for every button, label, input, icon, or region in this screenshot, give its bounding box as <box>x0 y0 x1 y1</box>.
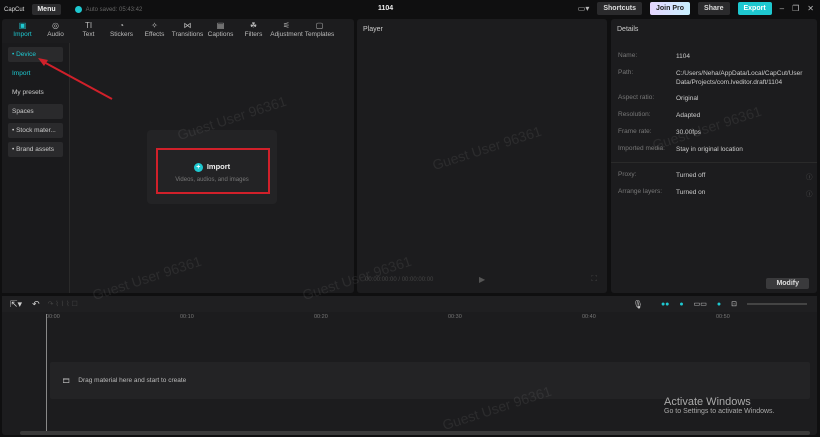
ruler-tick: 00:30 <box>448 314 462 320</box>
modify-button[interactable]: Modify <box>766 278 809 289</box>
info-icon[interactable]: ⓘ <box>806 188 813 198</box>
ruler-tick: 00:40 <box>582 314 596 320</box>
microphone-icon[interactable]: 🎙 <box>633 300 643 309</box>
drag-hint: Drag material here and start to create <box>78 377 187 384</box>
detail-key: Resolution: <box>618 111 651 118</box>
magnet-icon[interactable]: ● <box>679 301 683 308</box>
detail-key: Aspect ratio: <box>618 94 655 101</box>
auto-snap-icon[interactable]: ● <box>717 301 721 308</box>
detail-row: Resolution: Adapted <box>618 111 700 119</box>
divider <box>611 162 817 163</box>
timeline-scrollbar[interactable] <box>20 431 810 435</box>
detail-key: Name: <box>618 52 638 59</box>
detail-row: Imported media: Stay in original location <box>618 145 743 153</box>
detail-value: Original <box>676 95 699 102</box>
detail-value: 1104 <box>676 53 690 60</box>
detail-key: Arrange layers: <box>618 188 663 195</box>
fullscreen-icon[interactable]: ⛶ <box>591 274 597 284</box>
details-panel: Details Name: 1104 Path: C:/Users/Neha/AppD… <box>611 19 817 293</box>
detail-key: Frame rate: <box>618 128 652 135</box>
ruler-tick: 00:20 <box>314 314 328 320</box>
zoom-slider[interactable] <box>747 303 807 305</box>
caption-icon[interactable]: ⊡ <box>731 300 737 308</box>
detail-value: 30.00fps <box>676 129 701 136</box>
timeline-ruler[interactable]: 00:00 00:10 00:20 00:30 00:40 00:50 <box>2 314 817 324</box>
detail-row: Name: 1104 <box>618 52 690 60</box>
activate-windows-overlay: Activate Windows Go to Settings to activ… <box>664 396 775 415</box>
detail-key: Path: <box>618 69 634 76</box>
detail-row: Path: C:/Users/Neha/AppData/Local/CapCut/… <box>618 69 802 86</box>
player-panel: Player 00:00:00:00 / 00:00:00:00 ▶ ⛶ <box>357 19 607 293</box>
detail-value: C:/Users/Neha/AppData/Local/CapCut/User … <box>676 70 803 86</box>
info-icon[interactable]: ⓘ <box>806 171 813 181</box>
detail-value: Turned on <box>676 189 706 196</box>
detail-key: Proxy: <box>618 171 637 178</box>
detail-row: Arrange layers: Turned on ⓘ <box>618 188 813 198</box>
play-icon[interactable]: ▶ <box>479 275 485 284</box>
main-track-dropzone[interactable]: 🎞 Drag material here and start to create <box>50 362 810 399</box>
ruler-tick: 00:00 <box>46 314 60 320</box>
playhead[interactable] <box>46 314 47 434</box>
detail-row: Frame rate: 30.00fps <box>618 128 701 136</box>
detail-value: Adapted <box>676 112 701 119</box>
activate-title: Activate Windows <box>664 396 751 408</box>
activate-sub: Go to Settings to activate Windows. <box>664 408 775 415</box>
link-icon[interactable]: ●● <box>661 301 669 308</box>
film-icon: 🎞 <box>62 377 71 385</box>
detail-key: Imported media: <box>618 145 665 152</box>
ruler-tick: 00:50 <box>716 314 730 320</box>
detail-row: Aspect ratio: Original <box>618 94 698 102</box>
redo-icon[interactable]: ↷ ⌇ ⌇ ⌇ ☐ <box>48 300 78 308</box>
details-title: Details <box>617 26 639 33</box>
timeline-toolbar: ⇱▾ ↶ ↷ ⌇ ⌇ ⌇ ☐ 🎙 ●● ● ▭▭ ● ⊡ <box>2 296 817 312</box>
ruler-tick: 00:10 <box>180 314 194 320</box>
select-tool-icon[interactable]: ⇱▾ <box>10 299 22 310</box>
detail-value: Turned off <box>676 172 706 179</box>
detail-value: Stay in original location <box>676 146 743 153</box>
undo-icon[interactable]: ↶ <box>32 299 40 310</box>
detail-row: Proxy: Turned off ⓘ <box>618 171 813 181</box>
player-title: Player <box>363 26 383 33</box>
player-timecode: 00:00:00:00 / 00:00:00:00 <box>365 277 434 283</box>
preview-axis-icon[interactable]: ▭▭ <box>694 300 707 308</box>
